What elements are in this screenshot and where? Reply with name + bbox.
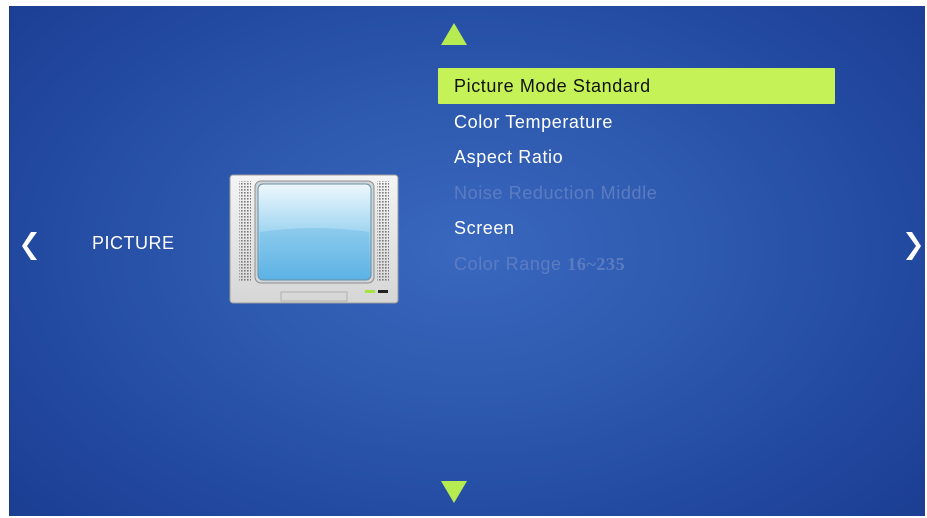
menu-item-label: Noise Reduction Middle bbox=[454, 182, 658, 203]
menu-item-label: Color Temperature bbox=[454, 111, 613, 132]
menu-item-color-temperature[interactable]: Color Temperature bbox=[438, 104, 835, 140]
triangle-up-icon[interactable] bbox=[441, 23, 467, 45]
menu-item-value: 16~235 bbox=[567, 253, 626, 274]
menu-item-picture-mode[interactable]: Picture Mode Standard bbox=[438, 68, 835, 104]
menu-item-noise-reduction: Noise Reduction Middle bbox=[438, 175, 835, 211]
menu-item-label: Aspect Ratio bbox=[454, 147, 564, 167]
category-label: PICTURE bbox=[92, 233, 175, 253]
menu-item-label: Color Range bbox=[454, 253, 568, 274]
osd-screen: PICTURE Picture Mode Standard Color Temp… bbox=[9, 6, 925, 516]
menu-item-color-range: Color Range 16~235 bbox=[438, 246, 835, 282]
menu-item-aspect-ratio[interactable]: Aspect Ratio bbox=[438, 139, 835, 175]
menu-item-screen[interactable]: Screen bbox=[438, 210, 835, 246]
chevron-right-icon[interactable] bbox=[903, 226, 921, 266]
settings-menu: Picture Mode Standard Color Temperature … bbox=[438, 68, 835, 281]
triangle-down-icon[interactable] bbox=[441, 481, 467, 503]
chevron-left-icon[interactable] bbox=[22, 226, 40, 266]
menu-item-label: Screen bbox=[454, 218, 515, 238]
tv-icon bbox=[229, 174, 399, 304]
menu-item-label: Picture Mode Standard bbox=[454, 76, 651, 96]
